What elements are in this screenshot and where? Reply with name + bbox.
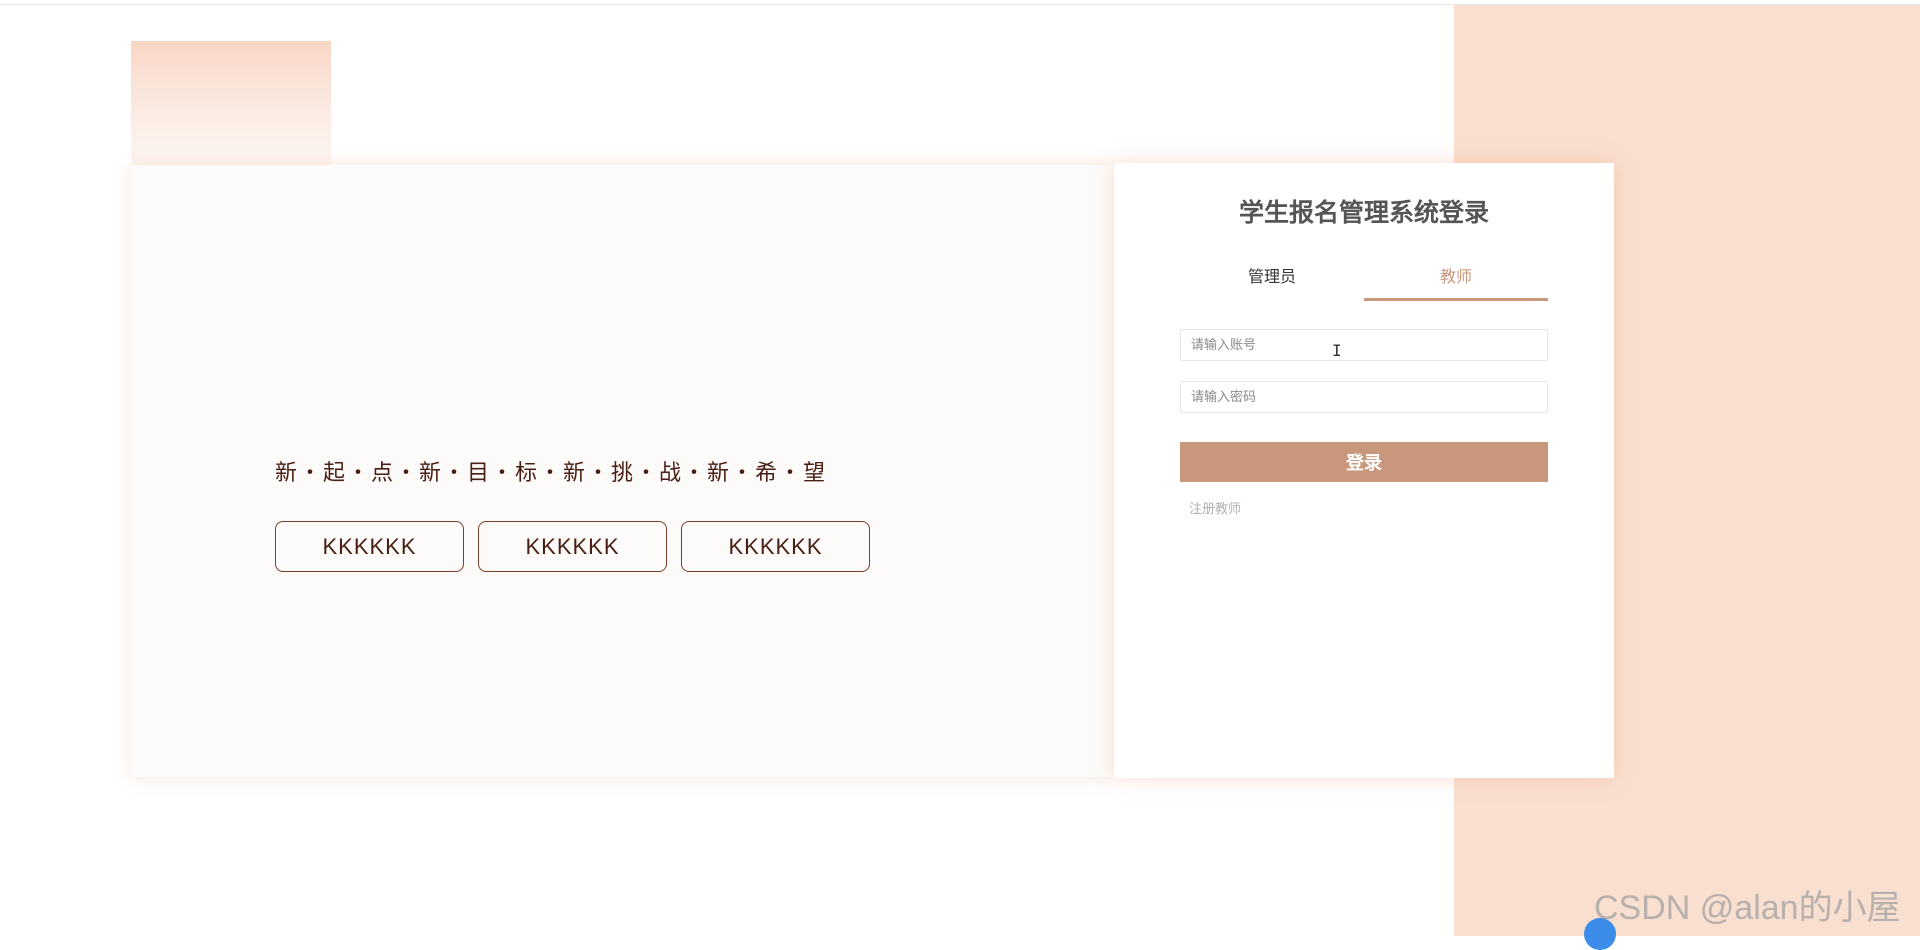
hero-button-row: KKKKKK KKKKKK KKKKKK [275,521,870,572]
tab-admin[interactable]: 管理员 [1180,261,1364,301]
login-button[interactable]: 登录 [1180,442,1548,482]
hero-button-1[interactable]: KKKKKK [275,521,464,572]
floating-assistant-icon[interactable] [1584,918,1616,950]
account-input[interactable] [1180,329,1548,361]
password-input[interactable] [1180,381,1548,413]
hero-slogan: 新・起・点・新・目・标・新・挑・战・新・希・望 [275,461,828,486]
register-teacher-link[interactable]: 注册教师 [1189,498,1241,517]
login-card: 学生报名管理系统登录 管理员 教师 登录 注册教师 [1114,163,1614,778]
login-title: 学生报名管理系统登录 [1238,198,1489,227]
hero-button-2[interactable]: KKKKKK [478,521,667,572]
decorative-gradient-block [131,41,331,165]
text-cursor-icon: I [1332,341,1342,360]
hero-button-3[interactable]: KKKKKK [681,521,870,572]
csdn-watermark: CSDN @alan的小屋 [1594,889,1901,927]
role-tabs: 管理员 教师 [1180,261,1548,301]
hero-card: 新・起・点・新・目・标・新・挑・战・新・希・望 KKKKKK KKKKKK KK… [131,165,1114,777]
tab-teacher[interactable]: 教师 [1364,261,1548,301]
